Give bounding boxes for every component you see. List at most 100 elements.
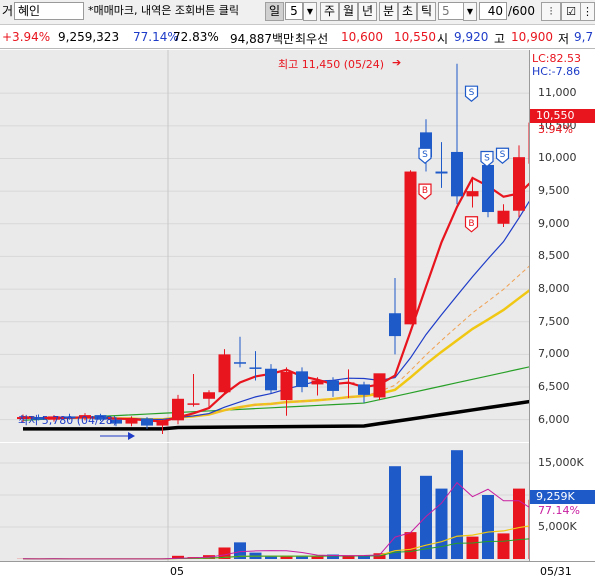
tick-value-field[interactable]: 5: [438, 2, 464, 20]
sell-mark-label: S: [484, 153, 490, 163]
count-field[interactable]: 40: [479, 2, 507, 20]
candle-body[interactable]: [482, 165, 494, 213]
ma20-line: [22, 285, 536, 421]
current-volume-badge: 9,259K: [530, 490, 595, 504]
volume-bar[interactable]: [342, 556, 355, 559]
candle-body[interactable]: [373, 373, 386, 398]
candle-body[interactable]: [156, 420, 169, 426]
low-annotation: 최저 5,780 (04/28): [18, 414, 118, 427]
sell-mark-label: S: [500, 150, 506, 160]
high-annotation: 최고 11,450 (05/24): [278, 58, 385, 71]
current-price-percent: 3.94%: [538, 123, 573, 136]
volume-bar[interactable]: [389, 466, 401, 559]
candle-body[interactable]: [203, 392, 215, 399]
volume-value: 9,259,323: [58, 30, 120, 44]
count-total: /600: [508, 4, 535, 18]
low-price: 9,7: [574, 30, 594, 44]
ask-price: 10,600: [341, 30, 383, 44]
settings-icon[interactable]: ⋮: [580, 2, 595, 21]
bid-price: 10,550: [394, 30, 436, 44]
candle-body[interactable]: [358, 384, 370, 395]
ratio-value-2: 72.83%: [173, 30, 219, 44]
price-tick-label: 8,000: [538, 282, 570, 296]
candle-body[interactable]: [435, 171, 448, 174]
price-tick-label: 8,500: [538, 249, 570, 263]
volume-bar[interactable]: [466, 536, 479, 559]
price-tick-label: 7,500: [538, 314, 570, 328]
volume-bar[interactable]: [482, 495, 494, 559]
candle-body[interactable]: [311, 380, 324, 385]
trade-mark-hint: *매매마크, 내역은 조회버튼 클릭: [88, 4, 240, 17]
low-arrow-icon: [128, 432, 135, 441]
candle-body[interactable]: [389, 313, 401, 337]
price-tick-label: 10,000: [538, 151, 577, 165]
lc-label: LC:82.53: [532, 52, 582, 65]
buy-mark-label: B: [422, 186, 428, 196]
period-year-button[interactable]: 년: [358, 2, 377, 21]
candle-body[interactable]: [141, 418, 153, 426]
volume-chart-panel[interactable]: [0, 443, 541, 561]
candle-body[interactable]: [296, 371, 308, 388]
open-label: 시: [437, 32, 449, 46]
volume-bar[interactable]: [497, 533, 510, 559]
price-chart-svg[interactable]: SSS SBB: [0, 50, 541, 442]
price-tick-label: 7,000: [538, 347, 570, 361]
ratio-value-1: 77.14%: [133, 30, 179, 44]
volume-bar[interactable]: [451, 450, 463, 559]
high-arrow-icon: ➔: [392, 56, 402, 69]
candle-body[interactable]: [513, 157, 525, 211]
price-axis: LC:82.53 HC:-7.86 11,000 10,500 10,000 9,50…: [529, 50, 595, 561]
candle-body[interactable]: [265, 368, 277, 391]
volume-bar[interactable]: [513, 488, 525, 559]
period-month-button[interactable]: 월: [339, 2, 358, 21]
month-label: 05: [170, 565, 184, 578]
candle-body[interactable]: [249, 367, 262, 369]
volume-tick-label: 5,000K: [538, 520, 577, 533]
quote-info-row: +3.94% 9,259,323 77.14% 72.83% 94,887백만 …: [0, 26, 595, 49]
candle-body[interactable]: [280, 372, 293, 401]
candle-body[interactable]: [172, 398, 184, 421]
price-tick-label: 6,000: [538, 412, 570, 426]
date-axis: 05 05/31: [0, 561, 595, 583]
current-price-badge: 10,550: [530, 109, 595, 123]
low-label: 저: [558, 32, 570, 46]
period-value-field[interactable]: 5: [285, 2, 303, 20]
hc-label: HC:-7.86: [532, 65, 581, 78]
volume-bar[interactable]: [404, 532, 417, 559]
check-icon[interactable]: ☑: [561, 2, 581, 21]
change-percent: +3.94%: [2, 30, 51, 44]
candle-body[interactable]: [218, 354, 231, 393]
candle-body[interactable]: [404, 171, 417, 325]
volume-bar[interactable]: [435, 488, 448, 559]
candle-body[interactable]: [327, 380, 339, 391]
tick-dropdown-icon[interactable]: ▼: [463, 2, 477, 21]
end-date-label: 05/31: [540, 565, 572, 578]
period-tick-button[interactable]: 틱: [417, 2, 436, 21]
sell-mark-label: S: [422, 150, 428, 160]
candle-body[interactable]: [234, 362, 246, 364]
price-tick-label: 9,500: [538, 184, 570, 198]
period-day-button[interactable]: 일: [265, 2, 284, 21]
candle-body[interactable]: [187, 403, 200, 405]
open-price: 9,920: [454, 30, 489, 44]
period-dropdown-icon[interactable]: ▼: [303, 2, 317, 21]
candle-body[interactable]: [451, 151, 463, 197]
price-tick-label: 9,000: [538, 216, 570, 230]
volume-chart-svg[interactable]: [0, 443, 541, 561]
price-chart-panel[interactable]: SSSSBB 최고 11,450 (05/24) ➔ 최저 5,780 (04/…: [0, 50, 541, 442]
candle-body[interactable]: [466, 191, 479, 197]
sell-mark-label: S: [469, 88, 475, 98]
buy-mark-label: B: [468, 219, 474, 229]
period-week-button[interactable]: 주: [320, 2, 339, 21]
chart-toolbar: 거 혜인 *매매마크, 내역은 조회버튼 클릭 일 5 ▼ 주 월 년 분 초 …: [0, 0, 595, 25]
candle-body[interactable]: [497, 210, 510, 224]
candle-body[interactable]: [125, 418, 138, 424]
ma20-dashed-line: [22, 261, 535, 420]
candle-body[interactable]: [342, 382, 355, 384]
period-minute-button[interactable]: 분: [379, 2, 398, 21]
volume-tick-label: 15,000K: [538, 456, 584, 469]
candle-type-icon[interactable]: ⫶: [541, 2, 561, 21]
stock-name-field[interactable]: 혜인: [14, 2, 84, 20]
market-label: 거: [2, 4, 14, 18]
period-second-button[interactable]: 초: [398, 2, 417, 21]
